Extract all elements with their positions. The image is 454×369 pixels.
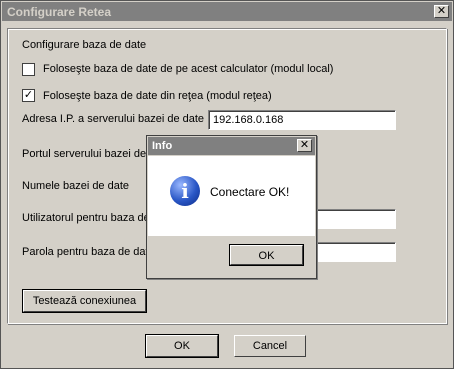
local-mode-checkbox[interactable] [22, 63, 35, 76]
db-name-label: Numele bazei de date [22, 180, 130, 192]
db-password-label: Parola pentru baza de date [22, 246, 155, 258]
information-icon: i [170, 176, 200, 206]
group-title: Configurare baza de date [22, 39, 147, 51]
server-port-label: Portul serverului bazei de d [22, 148, 156, 160]
info-dialog-title: Info [152, 140, 173, 152]
window-titlebar[interactable]: Configurare Retea ✕ [2, 2, 452, 21]
info-dialog-close-button[interactable]: ✕ [297, 139, 312, 152]
close-icon: ✕ [299, 139, 310, 151]
window-title: Configurare Retea [7, 5, 112, 19]
info-message: Conectare OK! [210, 185, 290, 199]
server-ip-field[interactable]: 192.168.0.168 [208, 110, 396, 130]
window-close-button[interactable]: ✕ [434, 5, 449, 18]
check-icon: ✓ [23, 89, 34, 101]
info-ok-button[interactable]: OK [229, 244, 304, 266]
ok-button[interactable]: OK [145, 334, 219, 358]
network-mode-checkbox[interactable]: ✓ [22, 89, 35, 102]
server-ip-label: Adresa I.P. a serverului bazei de date [22, 113, 205, 125]
info-dialog-titlebar[interactable]: Info ✕ [148, 137, 315, 155]
cancel-button[interactable]: Cancel [234, 335, 306, 357]
info-message-area: i Conectare OK! [148, 156, 315, 236]
local-mode-label[interactable]: Foloseşte baza de date de pe acest calcu… [43, 63, 333, 75]
info-dialog: Info ✕ i Conectare OK! OK [146, 135, 317, 279]
db-user-label: Utilizatorul pentru baza de [22, 212, 150, 224]
test-connection-button[interactable]: Testează conexiunea [22, 289, 147, 313]
network-mode-label[interactable]: Foloseşte baza de date din reţea (modul … [43, 90, 272, 102]
close-icon: ✕ [436, 5, 447, 17]
